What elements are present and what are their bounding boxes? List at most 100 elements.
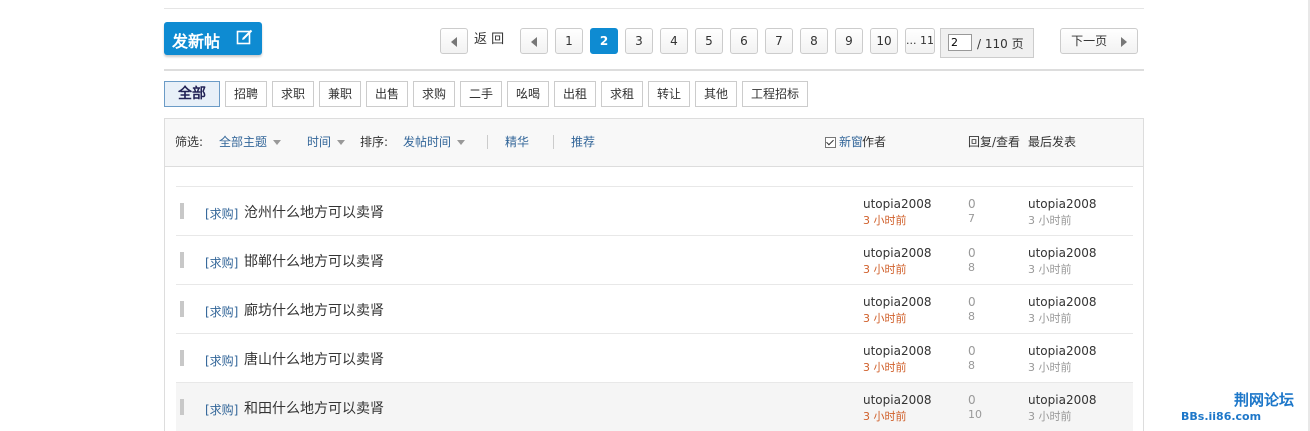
thread-post-time: 3 小时前 — [863, 312, 907, 325]
page-button[interactable]: 8 — [800, 28, 828, 54]
page-current[interactable]: 2 — [590, 28, 618, 54]
watermark-url: BBs.ii86.com — [1181, 410, 1262, 423]
thread-category-tag[interactable]: [求购] — [205, 303, 238, 320]
category-tab-all[interactable]: 全部 — [164, 81, 220, 107]
thread-last-poster[interactable]: utopia2008 — [1028, 295, 1097, 309]
author-column-header: 作者 — [862, 135, 887, 149]
chevron-left-icon — [451, 36, 457, 47]
thread-title[interactable]: 唐山什么地方可以卖肾 — [244, 349, 384, 369]
page-button[interactable]: 3 — [625, 28, 653, 54]
thread-reply-count: 0 — [968, 197, 976, 211]
filter-bar: 筛选: 全部主题 时间 排序: 发帖时间 精华 推荐 新窗 作者 回复/查看 最… — [165, 119, 1143, 167]
thread-status-icon — [180, 399, 184, 415]
sort-dropdown[interactable]: 发帖时间 — [403, 135, 466, 149]
thread-category-tag[interactable]: [求购] — [205, 352, 238, 369]
thread-last-post-time[interactable]: 3 小时前 — [1028, 359, 1072, 375]
thread-row: [求购] 廊坊什么地方可以卖肾 utopia2008 3 小时前 0 8 utopia200… — [176, 285, 1133, 333]
thread-reply-count: 0 — [968, 295, 976, 309]
thread-last-post-time[interactable]: 3 小时前 — [1028, 261, 1072, 277]
all-topics-dropdown[interactable]: 全部主题 — [219, 135, 282, 149]
thread-title[interactable]: 和田什么地方可以卖肾 — [244, 398, 384, 418]
back-link[interactable]: 返 回 — [474, 30, 504, 50]
caret-down-icon — [457, 140, 466, 145]
next-page-button[interactable]: 下一页 — [1060, 28, 1138, 54]
thread-reply-count: 0 — [968, 393, 976, 407]
thread-view-count: 8 — [968, 310, 975, 323]
category-tab[interactable]: 二手 — [460, 81, 502, 107]
category-tab[interactable]: 求购 — [413, 81, 455, 107]
caret-down-icon — [273, 140, 282, 145]
thread-post-time: 3 小时前 — [863, 410, 907, 423]
watermark-logo: 荆网论坛 — [1234, 391, 1295, 409]
thread-author[interactable]: utopia2008 — [863, 197, 932, 211]
thread-last-post-time[interactable]: 3 小时前 — [1028, 310, 1072, 326]
thread-last-poster[interactable]: utopia2008 — [1028, 344, 1097, 358]
thread-title[interactable]: 沧州什么地方可以卖肾 — [244, 202, 384, 222]
page-jump-input[interactable] — [948, 34, 972, 51]
thread-last-post-time[interactable]: 3 小时前 — [1028, 212, 1072, 228]
section-divider — [164, 69, 1144, 71]
page-button[interactable]: 1 — [555, 28, 583, 54]
page-button[interactable]: 10 — [870, 28, 898, 54]
thread-title[interactable]: 邯郸什么地方可以卖肾 — [244, 251, 384, 271]
thread-title[interactable]: 廊坊什么地方可以卖肾 — [244, 300, 384, 320]
thread-category-tag[interactable]: [求购] — [205, 401, 238, 418]
page-button[interactable]: 5 — [695, 28, 723, 54]
category-tab[interactable]: 其他 — [695, 81, 737, 107]
page-button[interactable]: 9 — [835, 28, 863, 54]
thread-author[interactable]: utopia2008 — [863, 393, 932, 407]
filter-label: 筛选: — [175, 135, 204, 149]
thread-last-poster[interactable]: utopia2008 — [1028, 393, 1097, 407]
thread-last-post-time[interactable]: 3 小时前 — [1028, 408, 1072, 424]
reply-view-column-header: 回复/查看 — [968, 135, 1021, 149]
thread-last-poster[interactable]: utopia2008 — [1028, 246, 1097, 260]
thread-author[interactable]: utopia2008 — [863, 344, 932, 358]
filter-divider — [553, 135, 554, 149]
category-tab[interactable]: 转让 — [648, 81, 690, 107]
page-button[interactable]: 6 — [730, 28, 758, 54]
page-button[interactable]: 7 — [765, 28, 793, 54]
thread-view-count: 8 — [968, 261, 975, 274]
recommend-link[interactable]: 推荐 — [571, 135, 595, 149]
chevron-right-icon — [1120, 36, 1127, 47]
time-dropdown[interactable]: 时间 — [307, 135, 346, 149]
thread-view-count: 10 — [968, 408, 982, 421]
thread-last-poster[interactable]: utopia2008 — [1028, 197, 1097, 211]
next-page-label: 下一页 — [1071, 34, 1108, 48]
new-post-label: 发新帖 — [172, 32, 221, 51]
thread-post-time: 3 小时前 — [863, 214, 907, 227]
checkbox-checked-icon — [825, 137, 836, 148]
page-button[interactable]: 4 — [660, 28, 688, 54]
total-pages: / 110 页 — [977, 37, 1024, 51]
last-post-column-header: 最后发表 — [1028, 135, 1077, 149]
thread-author[interactable]: utopia2008 — [863, 246, 932, 260]
thread-reply-count: 0 — [968, 246, 976, 260]
thread-row: [求购] 沧州什么地方可以卖肾 utopia2008 3 小时前 0 7 utopia200… — [176, 187, 1133, 235]
thread-post-time: 3 小时前 — [863, 361, 907, 374]
top-divider — [164, 8, 1144, 9]
category-tab[interactable]: 求职 — [272, 81, 314, 107]
digest-link[interactable]: 精华 — [505, 135, 529, 149]
page-button[interactable]: ... 11 — [905, 28, 935, 54]
category-tab[interactable]: 出租 — [554, 81, 596, 107]
category-tab[interactable]: 兼职 — [319, 81, 361, 107]
new-window-checkbox[interactable]: 新窗 — [825, 135, 863, 149]
page-jump-box: / 110 页 — [940, 28, 1034, 58]
category-tab[interactable]: 吆喝 — [507, 81, 549, 107]
category-tab[interactable]: 工程招标 — [742, 81, 808, 107]
thread-category-tag[interactable]: [求购] — [205, 254, 238, 271]
thread-status-icon — [180, 203, 184, 219]
category-tab[interactable]: 出售 — [366, 81, 408, 107]
sort-label: 排序: — [360, 135, 389, 149]
category-tab[interactable]: 招聘 — [225, 81, 267, 107]
thread-author[interactable]: utopia2008 — [863, 295, 932, 309]
thread-reply-count: 0 — [968, 344, 976, 358]
back-prev-button[interactable] — [440, 28, 468, 54]
prev-page-button[interactable] — [520, 28, 548, 54]
thread-category-tag[interactable]: [求购] — [205, 205, 238, 222]
thread-view-count: 7 — [968, 212, 975, 225]
category-tab[interactable]: 求租 — [601, 81, 643, 107]
edit-icon — [236, 29, 253, 45]
new-post-button[interactable]: 发新帖 — [164, 22, 262, 55]
thread-status-icon — [180, 252, 184, 268]
